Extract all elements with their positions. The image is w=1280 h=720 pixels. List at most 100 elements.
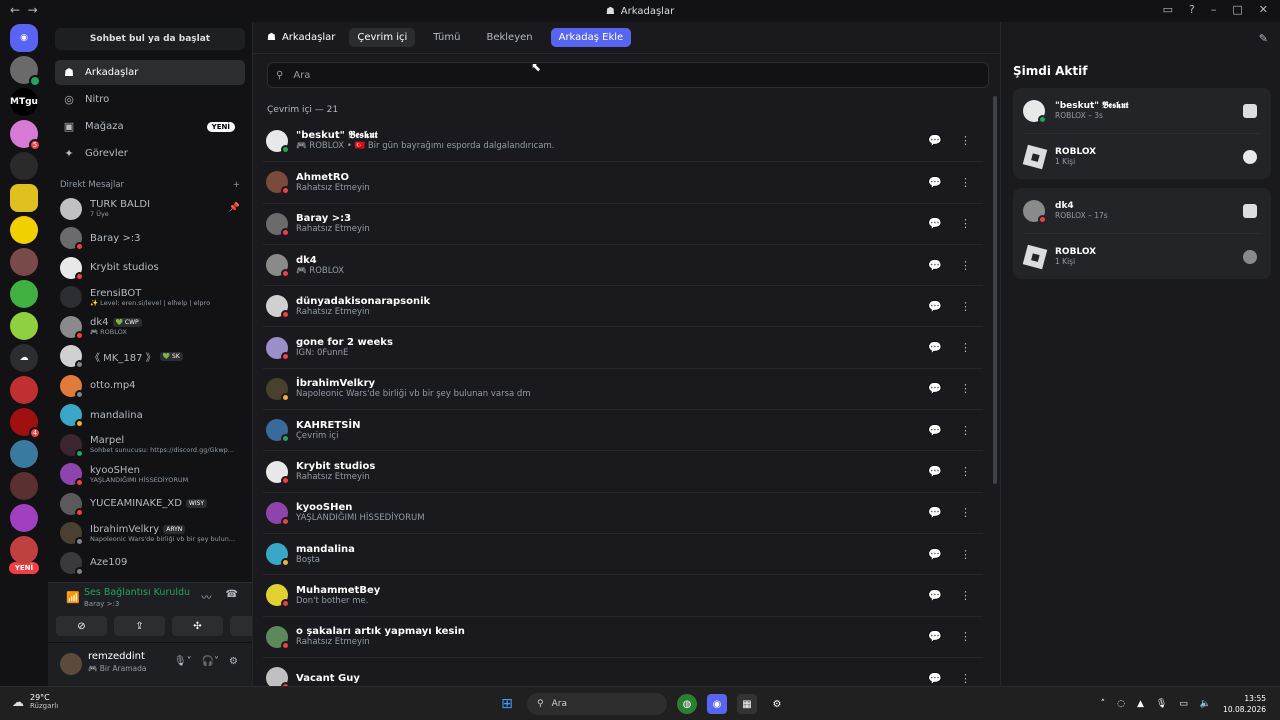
- dm-item[interactable]: Krybit studios: [48, 253, 252, 283]
- steam-icon[interactable]: ⚙: [767, 694, 787, 714]
- nav-shop[interactable]: ▣ Mağaza YENİ: [55, 114, 245, 139]
- find-conversation-button[interactable]: Sohbet bul ya da başlat: [55, 28, 245, 50]
- server-icon[interactable]: [10, 248, 38, 276]
- volume-icon[interactable]: 🔈: [1200, 699, 1211, 709]
- dm-item[interactable]: Baray >:3: [48, 224, 252, 254]
- dm-item[interactable]: Marpel Sohbet sunucusu: https://discord.g…: [48, 430, 252, 460]
- scrollbar[interactable]: [993, 96, 997, 484]
- noise-suppression-icon[interactable]: 〰: [202, 589, 212, 604]
- server-icon[interactable]: [10, 376, 38, 404]
- new-group-dm-icon[interactable]: ✎: [1259, 32, 1268, 45]
- server-icon[interactable]: [10, 504, 38, 532]
- server-icon[interactable]: [10, 440, 38, 468]
- chevron-up-icon[interactable]: ˄: [1101, 699, 1106, 709]
- taskbar-search[interactable]: ⚲ Ara: [527, 693, 667, 715]
- dm-item[interactable]: İbrahimVelkry ARYN Napoleonic Wars'de birl…: [48, 519, 252, 549]
- server-icon[interactable]: [10, 280, 38, 308]
- screen-share-button[interactable]: ⇪: [114, 616, 165, 636]
- message-icon[interactable]: 💬: [928, 134, 942, 147]
- message-icon[interactable]: 💬: [928, 341, 942, 354]
- avatar[interactable]: [60, 653, 82, 675]
- more-options-icon[interactable]: ⋮: [960, 382, 971, 395]
- tab-pending[interactable]: Bekleyen: [478, 28, 540, 47]
- server-icon[interactable]: [10, 536, 38, 564]
- more-options-icon[interactable]: ⋮: [960, 341, 971, 354]
- server-icon[interactable]: [10, 56, 41, 87]
- friend-row[interactable]: KAHRETSİN Çevrim içi 💬 ⋮: [263, 409, 983, 450]
- server-icon[interactable]: [10, 152, 38, 180]
- more-options-icon[interactable]: ⋮: [960, 176, 971, 189]
- friend-row[interactable]: mandalina Boşta 💬 ⋮: [263, 532, 983, 574]
- nav-quests[interactable]: ✦ Görevler: [55, 141, 245, 166]
- friend-row[interactable]: o şakaları artık yapmayı kesin Rahatsız E…: [263, 615, 983, 657]
- chrome-icon[interactable]: ◍: [677, 694, 697, 714]
- server-icon[interactable]: [10, 216, 38, 244]
- more-options-icon[interactable]: ⋮: [960, 589, 971, 602]
- dm-item[interactable]: TÜRK BALDİ 7 Üye 📌: [48, 194, 252, 224]
- friend-row[interactable]: AhmetRO Rahatsız Etmeyin 💬 ⋮: [263, 161, 983, 202]
- nav-nitro[interactable]: ◎ Nitro: [55, 87, 245, 112]
- dm-item[interactable]: mandalina: [48, 401, 252, 431]
- friend-row[interactable]: İbrahimVelkry Napoleonic Wars'de birliği …: [263, 367, 983, 409]
- clock[interactable]: 13:55 10.08.2026: [1223, 693, 1266, 715]
- message-icon[interactable]: 💬: [928, 176, 942, 189]
- server-mtgu[interactable]: MTgu: [10, 88, 38, 116]
- cloud-server-icon[interactable]: ☁: [10, 344, 38, 372]
- message-icon[interactable]: 💬: [928, 506, 942, 519]
- friend-row[interactable]: "beskut" 𝕭𝖊𝖘𝖐𝖚𝖙 🎮 ROBLOX • 🇹🇷 Bir gün bay…: [263, 120, 983, 161]
- video-off-button[interactable]: ⊘: [56, 616, 107, 636]
- dm-item[interactable]: YUCEAMİNAKE_XD WISY: [48, 489, 252, 519]
- active-card[interactable]: dk4 ROBLOX – 17s ROBLOX 1 Kişi: [1013, 188, 1271, 279]
- help-icon[interactable]: ?: [1189, 3, 1195, 16]
- activities-button[interactable]: ✣: [172, 616, 223, 636]
- more-options-icon[interactable]: ⋮: [960, 672, 971, 685]
- server-icon[interactable]: [10, 312, 38, 340]
- disconnect-icon[interactable]: ☎: [226, 589, 238, 604]
- tab-all[interactable]: Tümü: [425, 28, 468, 47]
- friend-row[interactable]: dünyadakisonarapsonik Rahatsız Etmeyin 💬 ⋮: [263, 285, 983, 326]
- more-options-icon[interactable]: ⋮: [960, 300, 971, 313]
- server-icon[interactable]: 4: [10, 408, 41, 439]
- discord-taskbar-icon[interactable]: ◉: [707, 694, 727, 714]
- message-icon[interactable]: 💬: [928, 217, 942, 230]
- nvidia-icon[interactable]: ▲: [1137, 699, 1144, 709]
- more-options-icon[interactable]: ⋮: [960, 134, 971, 147]
- back-arrow-icon[interactable]: ← →: [10, 3, 38, 17]
- nav-friends[interactable]: ☗ Arkadaşlar: [55, 60, 245, 85]
- inbox-icon[interactable]: ▭: [1163, 3, 1173, 16]
- dm-item[interactable]: Aze109: [48, 548, 252, 578]
- more-options-icon[interactable]: ⋮: [960, 465, 971, 478]
- dm-item[interactable]: dk4 💚 CWP 🎮 ROBLOX: [48, 312, 252, 342]
- dm-item[interactable]: ErensiBOT ✨ Level: eren.si/level | elhelp…: [48, 283, 252, 313]
- network-icon[interactable]: ◌: [1117, 699, 1125, 709]
- add-dm-icon[interactable]: +: [233, 180, 240, 190]
- headphones-icon[interactable]: 🎧˅: [202, 656, 219, 667]
- more-options-icon[interactable]: ⋮: [960, 506, 971, 519]
- voice-channel[interactable]: Baray >:3: [84, 600, 119, 608]
- add-friend-button[interactable]: Arkadaş Ekle: [550, 28, 632, 47]
- tab-online[interactable]: Çevrim içi: [349, 28, 416, 47]
- friend-row[interactable]: dk4 🎮 ROBLOX 💬 ⋮: [263, 243, 983, 285]
- active-card[interactable]: "beskut" 𝕭𝖊𝖘𝖐𝖚𝖙 ROBLOX – 3s ROBLOX 1 Kişi: [1013, 88, 1271, 179]
- mic-icon[interactable]: 🎙˅: [174, 656, 192, 667]
- windows-start-icon[interactable]: ⊞: [497, 694, 517, 714]
- app-icon[interactable]: ▦: [737, 694, 757, 714]
- message-icon[interactable]: 💬: [928, 300, 942, 313]
- discord-home-icon[interactable]: ◉: [10, 24, 38, 52]
- message-icon[interactable]: 💬: [928, 630, 942, 643]
- pin-icon[interactable]: 📌: [229, 203, 240, 213]
- message-icon[interactable]: 💬: [928, 672, 942, 685]
- maximize-button[interactable]: □: [1232, 3, 1242, 16]
- friend-row[interactable]: gone for 2 weeks IGN: 0FunnE 💬 ⋮: [263, 326, 983, 367]
- dm-item[interactable]: kyooSHen YAŞLANDIĞIMI HİSSEDİYORUM: [48, 460, 252, 490]
- weather-widget[interactable]: ☁ 29°C Rüzgarlı: [12, 693, 58, 710]
- friend-row[interactable]: Krybit studios Rahatsız Etmeyin 💬 ⋮: [263, 450, 983, 491]
- search-input[interactable]: ⚲ Ara: [267, 62, 989, 88]
- more-options-icon[interactable]: ⋮: [960, 217, 971, 230]
- message-icon[interactable]: 💬: [928, 465, 942, 478]
- message-icon[interactable]: 💬: [928, 424, 942, 437]
- more-options-icon[interactable]: ⋮: [960, 259, 971, 272]
- message-icon[interactable]: 💬: [928, 259, 942, 272]
- server-icon[interactable]: 5: [10, 120, 41, 151]
- dm-item[interactable]: otto.mp4: [48, 371, 252, 401]
